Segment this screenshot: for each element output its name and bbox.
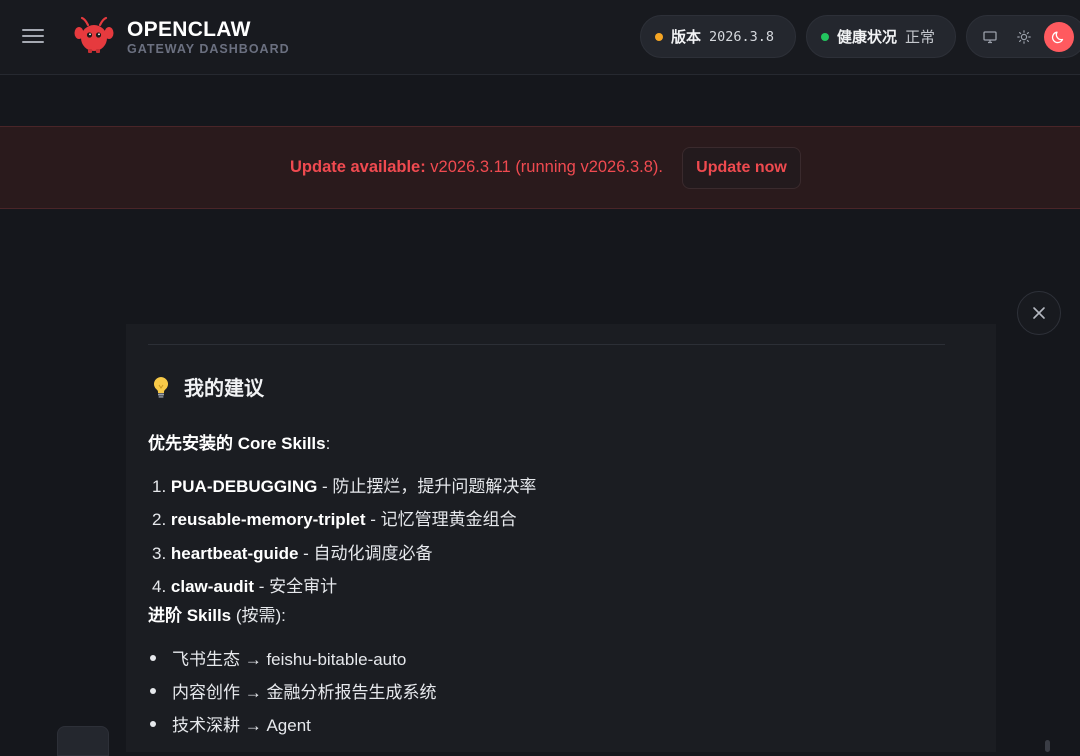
top-bar: OPENCLAW GATEWAY DASHBOARD 版本 2026.3.8 健… <box>0 0 1080 75</box>
list-item: 1. PUA-DEBUGGING - 防止摆烂，提升问题解决率 <box>152 472 536 497</box>
list-item-number: 1. <box>152 477 167 496</box>
skill-description: - 防止摆烂，提升问题解决率 <box>317 477 537 496</box>
monitor-icon[interactable] <box>975 22 1005 52</box>
lightbulb-icon <box>154 376 168 398</box>
version-value: 2026.3.8 <box>709 28 775 45</box>
recommendation-heading-text: 我的建议 <box>184 378 264 400</box>
scrollbar-thumb[interactable] <box>1045 740 1050 752</box>
health-value: 正常 <box>905 29 936 46</box>
brand-title: OPENCLAW <box>127 18 251 41</box>
advanced-skill-text: 技术深耕 → Agent <box>172 716 311 735</box>
advanced-skill-text: 飞书生态 → feishu-bitable-auto <box>172 650 407 669</box>
brand-subtitle: GATEWAY DASHBOARD <box>127 42 290 56</box>
skill-name: reusable-memory-triplet <box>170 510 366 529</box>
list-item-number: 2. <box>152 510 167 529</box>
list-item: 2. reusable-memory-triplet - 记忆管理黄金组合 <box>152 505 517 530</box>
advanced-skills-intro-suffix: (按需): <box>231 606 286 625</box>
list-item: 技术深耕 → Agent <box>148 711 311 736</box>
close-button[interactable] <box>1017 291 1061 335</box>
advanced-skill-text: 内容创作 → 金融分析报告生成系统 <box>172 683 437 702</box>
menu-icon[interactable] <box>22 26 46 46</box>
list-item-number: 4. <box>152 577 167 596</box>
list-item: 内容创作 → 金融分析报告生成系统 <box>148 678 436 703</box>
health-label: 健康状况 <box>837 29 898 46</box>
skill-name: heartbeat-guide <box>170 544 299 563</box>
core-skills-intro: 优先安装的 Core Skills: <box>148 429 330 454</box>
bullet-icon <box>150 654 156 661</box>
version-status-dot <box>655 32 663 41</box>
list-item: 4. claw-audit - 安全审计 <box>152 572 337 597</box>
advanced-skills-intro-bold: 进阶 Skills <box>148 606 232 625</box>
version-pill: 版本 2026.3.8 <box>640 15 796 58</box>
update-banner-version: v2026.3.11 (running v2026.3.8). <box>425 158 663 176</box>
version-label: 版本 <box>671 29 702 46</box>
update-banner-message: Update available: v2026.3.11 (running v2… <box>290 158 663 177</box>
skill-description: - 安全审计 <box>254 577 338 596</box>
recommendation-heading: 我的建议 <box>150 372 264 401</box>
skill-description: - 记忆管理黄金组合 <box>365 510 517 529</box>
lobster-logo-icon <box>74 16 114 53</box>
core-skills-intro-bold: 优先安装的 Core Skills <box>148 434 326 453</box>
health-pill: 健康状况 正常 <box>806 15 956 58</box>
update-banner-prefix: Update available: <box>290 158 426 176</box>
bullet-icon <box>150 720 156 727</box>
theme-switcher <box>966 15 1080 58</box>
health-status-dot <box>821 32 829 41</box>
list-item-number: 3. <box>152 544 167 563</box>
update-now-button[interactable]: Update now <box>682 147 801 189</box>
skill-name: PUA-DEBUGGING <box>170 477 318 496</box>
skill-description: - 自动化调度必备 <box>298 544 433 563</box>
core-skills-intro-suffix: : <box>325 434 331 453</box>
list-item: 3. heartbeat-guide - 自动化调度必备 <box>152 539 433 564</box>
close-icon <box>1033 307 1045 319</box>
bullet-icon <box>150 687 156 694</box>
sun-icon[interactable] <box>1009 22 1039 52</box>
list-item: 飞书生态 → feishu-bitable-auto <box>148 645 406 670</box>
advanced-skills-intro: 进阶 Skills (按需): <box>148 601 286 626</box>
skill-name: claw-audit <box>170 577 255 596</box>
moon-icon[interactable] <box>1044 22 1074 52</box>
section-divider <box>148 344 945 345</box>
